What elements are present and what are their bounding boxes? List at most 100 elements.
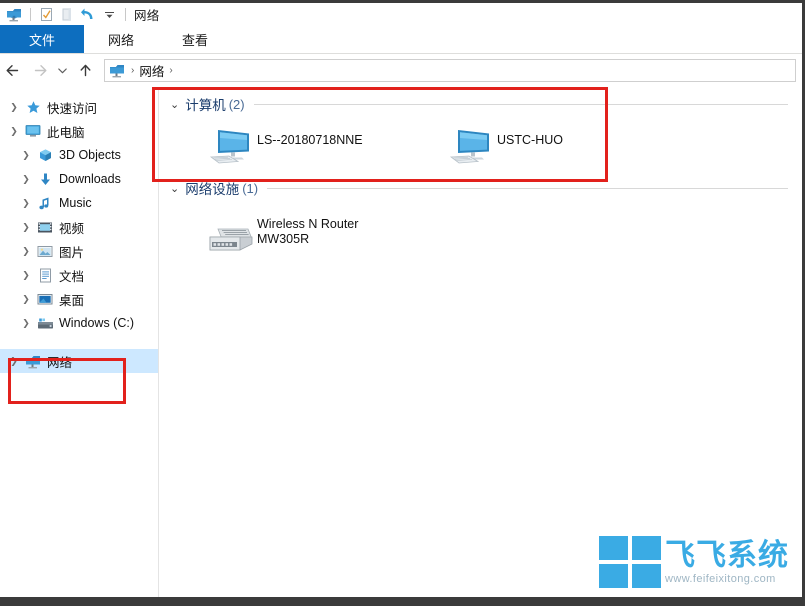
network-infrastructure-tile-list: Wireless N Router MW305R xyxy=(159,199,802,259)
address-bar[interactable]: › 网络 › xyxy=(104,59,796,82)
address-network-folder-icon xyxy=(109,63,126,78)
group-divider xyxy=(267,187,788,189)
breadcrumb-network[interactable]: 网络 xyxy=(139,61,164,80)
breadcrumb-separator-1[interactable]: › xyxy=(126,65,139,76)
explorer-body: ❯ 快速访问 ❯ 此电脑 ❯ 3D Objects ❯ Downloads ❯ … xyxy=(0,87,802,597)
properties-icon[interactable] xyxy=(36,5,56,23)
sidebar-item-label: 图片 xyxy=(59,245,85,260)
windows-logo-quadrant xyxy=(599,536,628,560)
customize-dropdown-icon[interactable] xyxy=(99,5,119,23)
list-item[interactable]: Wireless N Router MW305R xyxy=(205,203,445,259)
sidebar-item-pictures[interactable]: ❯ 图片 xyxy=(0,239,158,263)
toolbar-separator xyxy=(30,7,31,21)
ribbon-tabs: 文件 网络 查看 xyxy=(0,25,802,54)
chevron-right-icon[interactable]: ❯ xyxy=(18,294,34,305)
computer-icon xyxy=(205,123,257,169)
sidebar-item-label: 3D Objects xyxy=(59,148,121,162)
chevron-right-icon[interactable]: ❯ xyxy=(6,356,22,367)
group-title: 计算机 xyxy=(185,98,226,113)
monitor-icon xyxy=(22,124,44,138)
windows-logo-quadrant xyxy=(632,536,661,560)
video-icon xyxy=(34,221,56,234)
group-header-computers[interactable]: ⌄ 计算机 (2) xyxy=(159,93,802,115)
group-header-network-infrastructure[interactable]: ⌄ 网络设施 (1) xyxy=(159,177,802,199)
window-title: 网络 xyxy=(134,8,160,23)
chevron-right-icon[interactable]: ❯ xyxy=(18,150,34,161)
watermark-brand: 飞飞系统 xyxy=(665,537,789,573)
star-icon xyxy=(22,100,44,115)
chevron-right-icon[interactable]: ❯ xyxy=(18,222,34,233)
windows-logo-icon xyxy=(599,536,661,588)
up-button[interactable] xyxy=(72,58,98,84)
documents-icon xyxy=(34,268,56,283)
desktop-icon xyxy=(34,293,56,306)
sidebar-item-label: 快速访问 xyxy=(47,101,98,116)
back-button[interactable] xyxy=(0,58,26,84)
computer-icon xyxy=(445,123,497,169)
group-count: (1) xyxy=(242,180,259,196)
chevron-right-icon[interactable]: ❯ xyxy=(18,270,34,281)
watermark-url: www.feifeixitong.com xyxy=(665,572,776,585)
hard-drive-icon xyxy=(34,317,56,330)
navigation-bar: › 网络 › xyxy=(0,54,802,87)
recent-locations-chevron-down-icon[interactable] xyxy=(52,58,72,84)
pictures-icon xyxy=(34,245,56,258)
sidebar-item-this-pc[interactable]: ❯ 此电脑 xyxy=(0,119,158,143)
sidebar-item-windows-c[interactable]: ❯ Windows (C:) xyxy=(0,311,158,335)
windows-logo-quadrant xyxy=(632,564,661,588)
router-icon xyxy=(205,207,257,263)
sidebar-item-label: Downloads xyxy=(59,172,121,186)
chevron-down-icon[interactable]: ⌄ xyxy=(170,98,179,111)
sidebar-item-quick-access[interactable]: ❯ 快速访问 xyxy=(0,95,158,119)
windows-logo-quadrant xyxy=(599,564,628,588)
toolbar-separator-2 xyxy=(125,7,126,21)
group-title: 网络设施 xyxy=(185,182,240,197)
forward-button xyxy=(26,58,52,84)
download-arrow-icon xyxy=(34,172,56,187)
list-item[interactable]: USTC-HUO xyxy=(445,119,685,175)
sidebar-item-network[interactable]: ❯ 网络 xyxy=(0,349,158,373)
chevron-down-icon[interactable]: ❯ xyxy=(6,126,22,137)
watermark: 飞飞系统 www.feifeixitong.com xyxy=(599,531,794,593)
chevron-right-icon[interactable]: ❯ xyxy=(18,198,34,209)
sidebar-item-label: 桌面 xyxy=(59,293,85,308)
title-bar: 网络 xyxy=(0,3,802,25)
sidebar-item-documents[interactable]: ❯ 文档 xyxy=(0,263,158,287)
breadcrumb-separator-2[interactable]: › xyxy=(164,65,177,76)
tab-view[interactable]: 查看 xyxy=(158,25,232,53)
sidebar-item-desktop[interactable]: ❯ 桌面 xyxy=(0,287,158,311)
network-folder-icon xyxy=(22,354,44,369)
tab-file[interactable]: 文件 xyxy=(0,25,84,53)
undo-icon[interactable] xyxy=(78,5,98,23)
tab-network[interactable]: 网络 xyxy=(84,25,158,53)
network-folder-icon[interactable] xyxy=(4,5,24,23)
chevron-right-icon[interactable]: ❯ xyxy=(18,174,34,185)
sidebar-item-label: Windows (C:) xyxy=(59,316,135,330)
list-item-label: LS--20180718NNE xyxy=(257,133,363,147)
new-folder-icon[interactable] xyxy=(57,5,77,23)
list-item[interactable]: LS--20180718NNE xyxy=(205,119,445,175)
file-explorer-window: 网络 文件 网络 查看 › 网络 › ❯ 快速访问 ❯ 此电脑 ❯ 3D Obj… xyxy=(0,0,805,606)
sidebar-item-videos[interactable]: ❯ 视频 xyxy=(0,215,158,239)
sidebar-item-label: 文档 xyxy=(59,269,85,284)
sidebar-item-music[interactable]: ❯ Music xyxy=(0,191,158,215)
computers-tile-list: LS--20180718NNE USTC-HUO xyxy=(159,115,802,175)
sidebar-item-label: 视频 xyxy=(59,221,85,236)
chevron-right-icon[interactable]: ❯ xyxy=(18,318,34,329)
sidebar-item-label: Music xyxy=(59,196,92,210)
sidebar-item-3d-objects[interactable]: ❯ 3D Objects xyxy=(0,143,158,167)
list-item-label: Wireless N Router MW305R xyxy=(257,217,359,246)
cube-icon xyxy=(34,148,56,163)
navigation-pane: ❯ 快速访问 ❯ 此电脑 ❯ 3D Objects ❯ Downloads ❯ … xyxy=(0,87,159,597)
file-list-pane[interactable]: ⌄ 计算机 (2) LS--20180718NNE USTC-HUO ⌄ 网络设… xyxy=(159,87,802,597)
chevron-down-icon[interactable]: ⌄ xyxy=(170,182,179,195)
group-count: (2) xyxy=(228,96,245,112)
group-divider xyxy=(253,103,788,105)
chevron-right-icon[interactable]: ❯ xyxy=(6,102,22,113)
watermark-text: 飞飞系统 www.feifeixitong.com xyxy=(665,537,789,585)
sidebar-item-label: 此电脑 xyxy=(47,125,85,140)
sidebar-item-downloads[interactable]: ❯ Downloads xyxy=(0,167,158,191)
chevron-right-icon[interactable]: ❯ xyxy=(18,246,34,257)
list-item-label: USTC-HUO xyxy=(497,133,563,147)
